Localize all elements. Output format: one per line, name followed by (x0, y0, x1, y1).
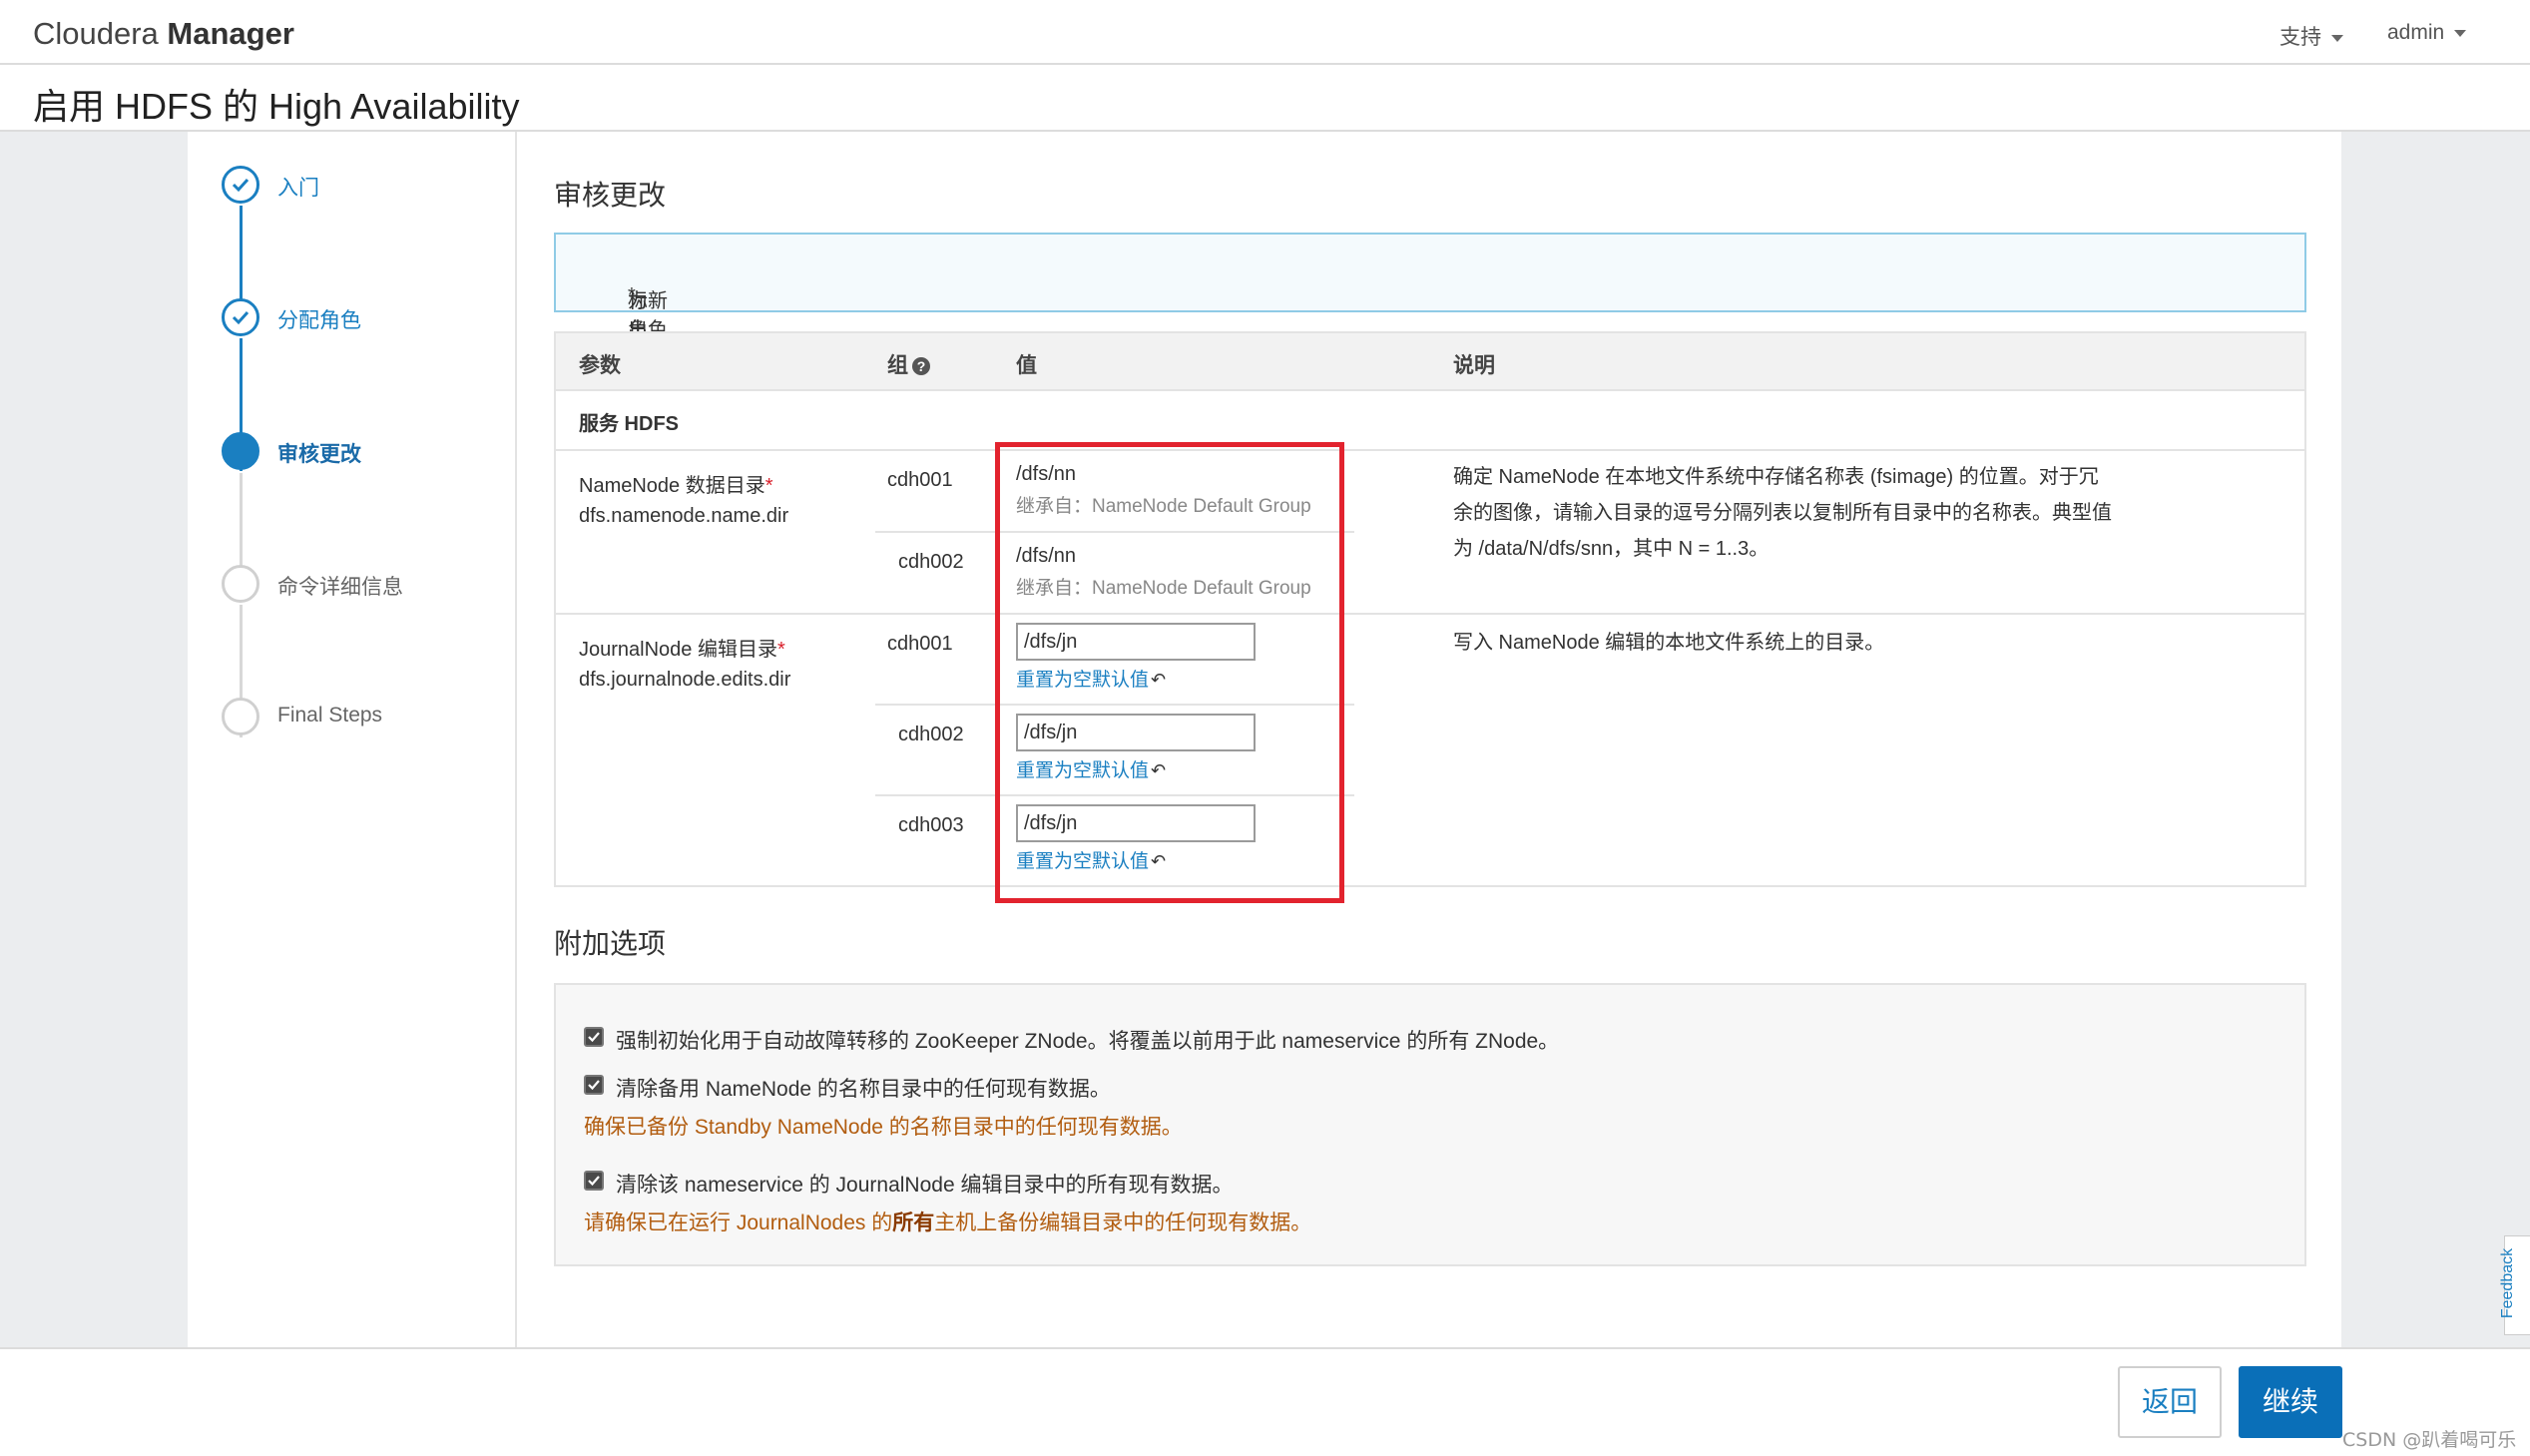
title-bar: 启用 HDFS 的 High Availability (0, 65, 2530, 132)
check-icon (222, 298, 259, 336)
support-menu[interactable]: 支持 (2279, 21, 2343, 51)
warning-text: 请确保已在运行 JournalNodes 的所有主机上备份编辑目录中的任何现有数… (584, 1212, 1312, 1234)
config-table: 参数 组? 值 说明 服务 HDFS NameNode 数据目录* dfs.na… (554, 331, 2306, 887)
config-value: /dfs/nn (1016, 463, 1077, 485)
footer: 返回 继续 CSDN @趴着喝可乐 (0, 1347, 2530, 1456)
pending-step-icon (222, 565, 259, 603)
undo-icon: ↶ (1151, 760, 1167, 780)
checkbox[interactable] (584, 1075, 604, 1095)
inherit-note: 继承自：NameNode Default Group (1016, 496, 1311, 517)
param-name: JournalNode 编辑目录* (579, 639, 785, 661)
header-param: 参数 (579, 354, 621, 377)
pending-step-icon (222, 698, 259, 735)
options-section-title: 附加选项 (554, 928, 667, 959)
reset-default-link[interactable]: 重置为空默认值 ↶ (1016, 846, 1166, 873)
param-description: 写入 NameNode 编辑的本地文件系统上的目录。 (1453, 632, 1885, 654)
checkbox[interactable] (584, 1027, 604, 1047)
page-title: 启用 HDFS 的 High Availability (33, 86, 520, 127)
group-host: cdh003 (898, 814, 964, 836)
param-name: NameNode 数据目录* (579, 475, 773, 497)
brand-logo[interactable]: Cloudera Manager (33, 16, 294, 52)
config-value: /dfs/nn (1016, 545, 1077, 567)
undo-icon: ↶ (1151, 670, 1167, 690)
continue-button[interactable]: 继续 (2239, 1366, 2342, 1438)
main-content: 审核更改 为新角色设置下列配置值。必填值以* 标出。 参数 组? 值 说明 服务… (517, 132, 2341, 1347)
header-group: 组? (887, 349, 930, 379)
undo-icon: ↶ (1151, 851, 1167, 871)
info-alert: 为新角色设置下列配置值。必填值以* 标出。 (554, 233, 2306, 515)
journalnode-dir-input-cdh001[interactable] (1016, 623, 1256, 661)
header-value: 值 (1016, 354, 1037, 377)
checkbox[interactable] (584, 1171, 604, 1191)
review-section-title: 审核更改 (554, 180, 667, 211)
current-step-icon (222, 432, 259, 470)
chevron-down-icon (2454, 29, 2467, 37)
group-host: cdh001 (887, 469, 953, 491)
table-header: 参数 组? 值 说明 (556, 333, 2304, 391)
watermark: CSDN @趴着喝可乐 (2342, 1429, 2517, 1451)
user-menu[interactable]: admin (2387, 21, 2467, 45)
warning-text: 确保已备份 Standby NameNode 的名称目录中的任何现有数据。 (584, 1116, 1183, 1139)
param-key: dfs.journalnode.edits.dir (579, 669, 791, 691)
reset-default-link[interactable]: 重置为空默认值 ↶ (1016, 755, 1166, 782)
wizard-steps: 入门 分配角色 审核更改 命令详细信息 Final Steps (188, 132, 517, 1347)
group-host: cdh001 (887, 633, 953, 655)
back-button[interactable]: 返回 (2118, 1366, 2222, 1438)
chevron-down-icon (2331, 34, 2343, 42)
param-description: 确定 NameNode 在本地文件系统中存储名称表 (fsimage) 的位置。… (1453, 466, 2112, 560)
options-panel: 强制初始化用于自动故障转移的 ZooKeeper ZNode。将覆盖以前用于此 … (554, 983, 2306, 1266)
group-host: cdh002 (898, 551, 964, 573)
header-description: 说明 (1453, 354, 1495, 377)
service-row: 服务 HDFS (556, 391, 2304, 451)
journalnode-dir-input-cdh002[interactable] (1016, 714, 1256, 751)
reset-default-link[interactable]: 重置为空默认值 ↶ (1016, 665, 1166, 692)
check-icon (222, 166, 259, 204)
feedback-tab[interactable]: Feedback (2499, 1235, 2530, 1335)
inherit-note: 继承自：NameNode Default Group (1016, 578, 1311, 599)
help-icon[interactable]: ? (912, 357, 930, 376)
param-key: dfs.namenode.name.dir (579, 505, 789, 527)
group-host: cdh002 (898, 724, 964, 745)
top-navbar: Cloudera Manager 支持 admin (0, 0, 2530, 65)
journalnode-dir-input-cdh003[interactable] (1016, 804, 1256, 842)
